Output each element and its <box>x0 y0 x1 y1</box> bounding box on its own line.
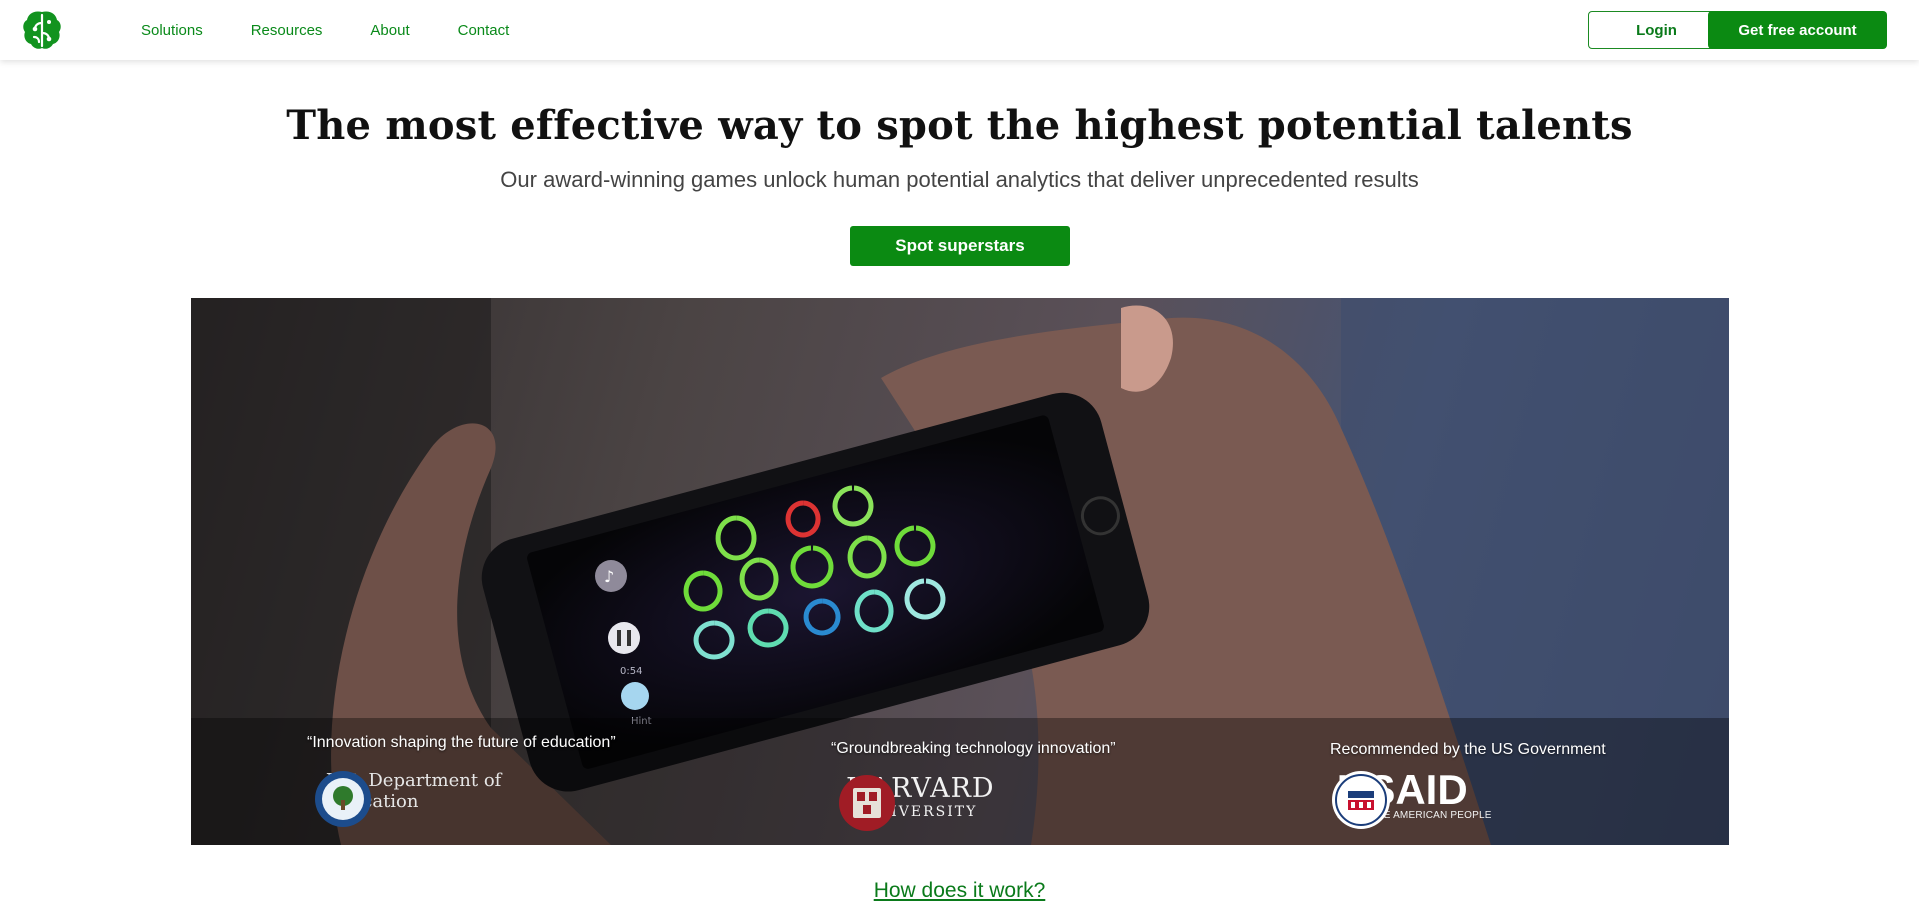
harvard-shield-icon <box>839 775 895 831</box>
main-nav: Solutions Resources About Contact <box>141 0 557 60</box>
hero-image: ♪ 0:54 Hint “Innovation shaping the futu… <box>191 298 1729 845</box>
harvard-university-logo: HARVARD UNIVERSITY <box>838 774 995 831</box>
page-subheadline: Our award-winning games unlock human pot… <box>500 167 1419 192</box>
education-seal-icon <box>315 771 371 827</box>
how-does-it-work-link[interactable]: How does it work? <box>0 879 1919 903</box>
brain-logo-icon[interactable] <box>20 9 64 51</box>
nav-link-contact[interactable]: Contact <box>458 22 510 39</box>
hands-holding-phone-illustration: ♪ 0:54 Hint <box>191 298 1729 845</box>
game-timer: 0:54 <box>620 666 642 677</box>
nav-link-solutions[interactable]: Solutions <box>141 22 203 39</box>
spot-superstars-button[interactable]: Spot superstars <box>850 226 1070 266</box>
top-navbar: Solutions Resources About Contact Login … <box>0 0 1919 60</box>
get-free-account-button[interactable]: Get free account <box>1708 11 1887 49</box>
education-quote: “Innovation shaping the future of educat… <box>307 734 616 751</box>
usaid-logo: USAID FROM THE AMERICAN PEOPLE <box>1331 769 1492 829</box>
login-button[interactable]: Login <box>1588 11 1725 49</box>
hint-bulb-icon <box>621 682 649 710</box>
nav-link-about[interactable]: About <box>370 22 409 39</box>
page-headline: The most effective way to spot the highe… <box>286 102 1633 149</box>
us-department-of-education-logo: U.S. Department of Education <box>314 770 501 827</box>
usaid-quote: Recommended by the US Government <box>1330 741 1606 758</box>
svg-text:♪: ♪ <box>604 567 614 586</box>
harvard-quote: “Groundbreaking technology innovation” <box>831 740 1116 757</box>
usaid-seal-icon <box>1332 771 1390 829</box>
nav-link-resources[interactable]: Resources <box>251 22 323 39</box>
pause-icon <box>608 622 640 654</box>
